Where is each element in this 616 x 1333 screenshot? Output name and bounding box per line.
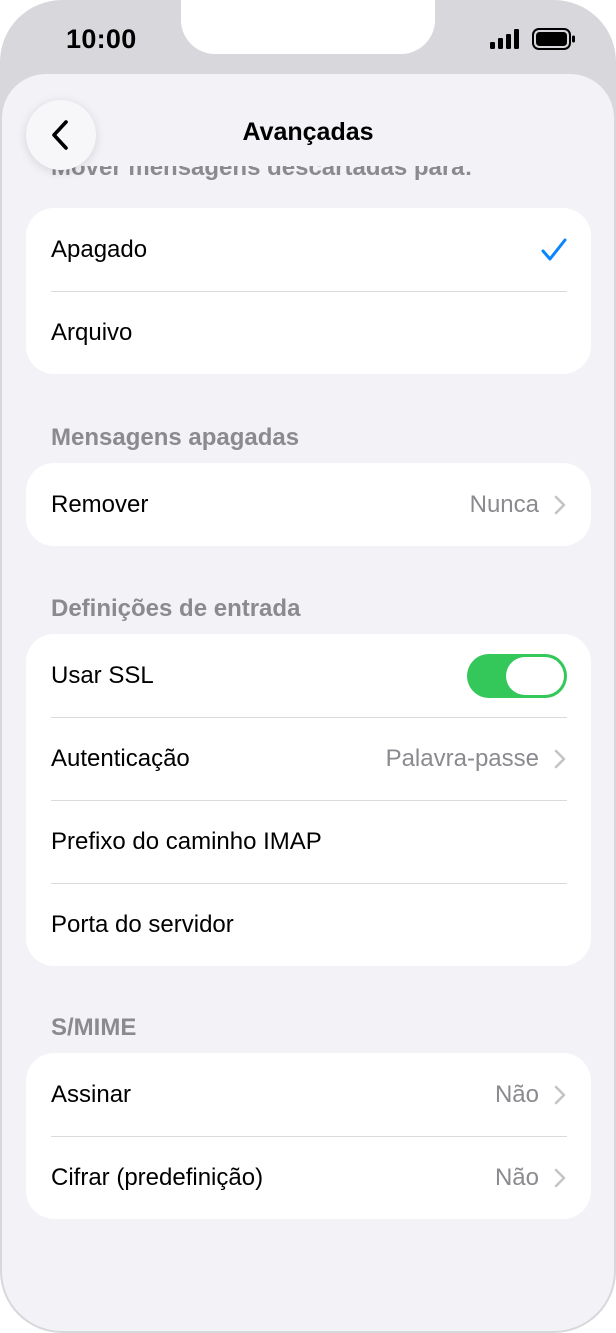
imap-prefix-label: Prefixo do caminho IMAP [51, 827, 322, 855]
battery-icon [532, 28, 575, 50]
option-arquivo-label: Arquivo [51, 318, 133, 346]
encrypt-label: Cifrar (predefinição) [51, 1163, 264, 1191]
authentication-row[interactable]: Autenticação Palavra-passe [26, 717, 591, 800]
section-header-move-discarded-text: Mover mensagens descartadas para: [51, 166, 473, 181]
incoming-settings-group: Usar SSL Autenticação Palavra-passe Pref… [26, 634, 591, 966]
use-ssl-row: Usar SSL [26, 634, 591, 717]
status-icons [490, 28, 576, 50]
imap-prefix-row[interactable]: Prefixo do caminho IMAP [26, 800, 591, 883]
section-header-deleted-messages: Mensagens apagadas [51, 424, 300, 451]
remove-value: Nunca [469, 490, 539, 518]
chevron-right-icon [553, 1084, 567, 1106]
notch [181, 0, 435, 54]
signal-icon [490, 29, 519, 49]
authentication-label: Autenticação [51, 744, 190, 772]
smime-group: Assinar Não Cifrar (predefinição) Não [26, 1053, 591, 1219]
remove-row[interactable]: Remover Nunca [26, 463, 591, 546]
option-arquivo[interactable]: Arquivo [26, 291, 591, 374]
section-header-incoming-settings: Definições de entrada [51, 595, 301, 622]
remove-label: Remover [51, 490, 149, 518]
option-apagado[interactable]: Apagado [26, 208, 591, 291]
toggle-knob [506, 656, 564, 695]
use-ssl-label: Usar SSL [51, 661, 154, 689]
sign-row[interactable]: Assinar Não [26, 1053, 591, 1136]
back-button[interactable] [26, 100, 96, 170]
checkmark-icon [541, 238, 567, 260]
section-header-move-discarded: Mover mensagens descartadas para: [51, 166, 473, 194]
encrypt-value: Não [494, 1163, 539, 1191]
move-discarded-group: Apagado Arquivo [26, 208, 591, 374]
server-port-row[interactable]: Porta do servidor [26, 883, 591, 966]
deleted-messages-group: Remover Nunca [26, 463, 591, 546]
sign-value: Não [494, 1080, 539, 1108]
sign-label: Assinar [51, 1080, 132, 1108]
chevron-right-icon [553, 748, 567, 770]
encrypt-row[interactable]: Cifrar (predefinição) Não [26, 1136, 591, 1219]
option-apagado-label: Apagado [51, 235, 148, 263]
section-header-smime: S/MIME [51, 1014, 137, 1041]
chevron-left-icon [52, 120, 68, 150]
chevron-right-icon [553, 1167, 567, 1189]
authentication-value: Palavra-passe [385, 744, 539, 772]
status-time: 10:00 [66, 24, 137, 54]
server-port-label: Porta do servidor [51, 910, 234, 938]
phone-frame: 10:00 Avançadas Mover mensagens descarta… [0, 0, 616, 1333]
use-ssl-toggle[interactable] [467, 653, 567, 698]
settings-sheet: Avançadas Mover mensagens descartadas pa… [2, 74, 614, 1331]
chevron-right-icon [553, 494, 567, 516]
